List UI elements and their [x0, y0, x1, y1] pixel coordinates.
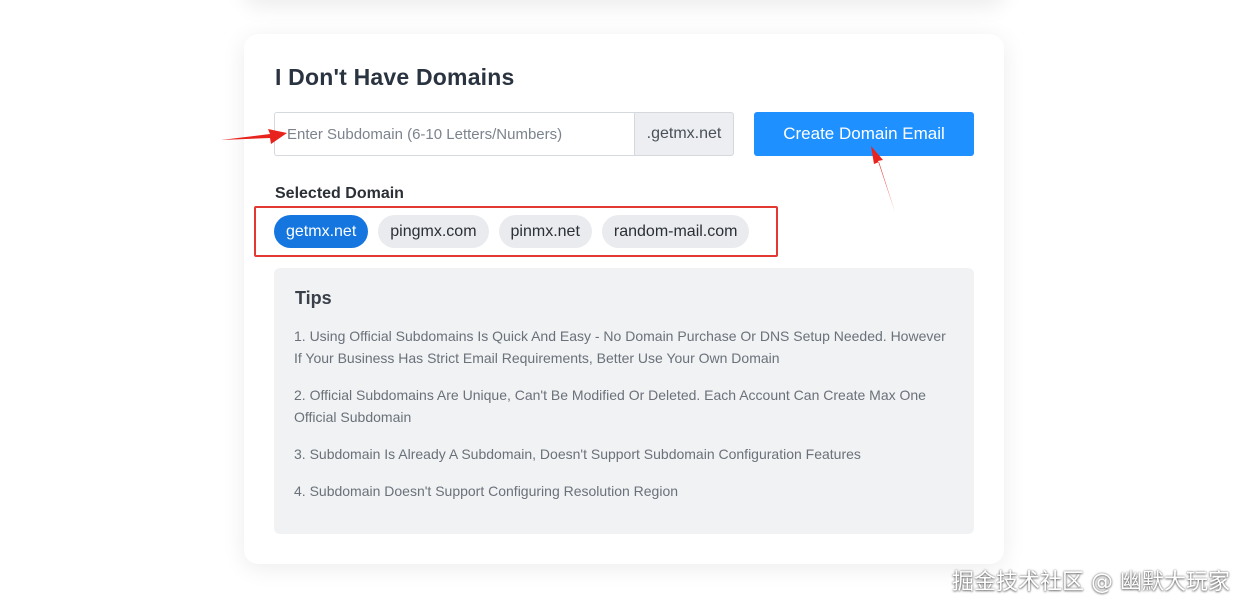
- domain-suffix: .getmx.net: [634, 112, 734, 156]
- domain-chip-random-mail[interactable]: random-mail.com: [601, 215, 750, 248]
- tip-item: 3. Subdomain Is Already A Subdomain, Doe…: [294, 446, 861, 462]
- selected-domain-label: Selected Domain: [275, 185, 404, 202]
- create-domain-email-button[interactable]: Create Domain Email: [754, 112, 974, 156]
- subdomain-input[interactable]: [274, 112, 634, 156]
- tip-item: 4. Subdomain Doesn't Support Configuring…: [294, 483, 679, 499]
- domain-chip-getmx[interactable]: getmx.net: [274, 215, 369, 248]
- domain-chip-pinmx[interactable]: pinmx.net: [498, 215, 592, 248]
- tips-title: Tips: [295, 288, 332, 308]
- subdomain-input-group: .getmx.net: [274, 112, 734, 156]
- domain-options: getmx.net pingmx.com pinmx.net random-ma…: [274, 215, 750, 248]
- no-domain-card: I Don't Have Domains .getmx.net Create D…: [244, 34, 1004, 564]
- watermark-text: 掘金技术社区 @ 幽默大玩家: [952, 570, 1230, 595]
- tip-item: 1. Using Official Subdomains Is Quick An…: [294, 328, 946, 366]
- tips-panel: Tips 1. Using Official Subdomains Is Qui…: [274, 268, 974, 534]
- domain-chip-pingmx[interactable]: pingmx.com: [378, 215, 489, 248]
- section-title: I Don't Have Domains: [275, 64, 515, 90]
- tip-item: 2. Official Subdomains Are Unique, Can't…: [294, 387, 926, 425]
